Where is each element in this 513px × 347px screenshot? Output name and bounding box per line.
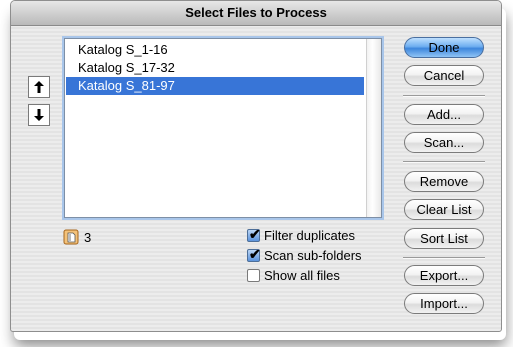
checkmark-icon: ✔ — [249, 225, 261, 242]
filter-duplicates-option[interactable]: ✔ Filter duplicates — [247, 226, 355, 244]
button-divider — [403, 161, 485, 163]
title-bar[interactable]: Select Files to Process — [11, 1, 501, 26]
checkmark-icon: ✔ — [249, 245, 261, 262]
filter-duplicates-label: Filter duplicates — [264, 227, 356, 243]
file-count: 3 — [84, 230, 92, 245]
vertical-scrollbar[interactable] — [366, 39, 381, 217]
sort-list-button[interactable]: Sort List — [404, 228, 484, 249]
scan-subfolders-option[interactable]: ✔ Scan sub-folders — [247, 246, 362, 264]
export-button[interactable]: Export... — [404, 265, 484, 286]
move-up-button[interactable] — [28, 76, 50, 98]
file-list[interactable]: Katalog S_1-16 Katalog S_17-32 Katalog S… — [64, 38, 382, 218]
scan-button[interactable]: Scan... — [404, 132, 484, 153]
arrow-up-icon — [34, 81, 44, 93]
filter-duplicates-checkbox[interactable]: ✔ — [247, 225, 261, 242]
document-icon — [63, 229, 79, 245]
dialog-window: Select Files to Process Katalog S_1-16 K… — [10, 0, 502, 332]
remove-button[interactable]: Remove — [404, 171, 484, 192]
cancel-button[interactable]: Cancel — [404, 65, 484, 86]
show-all-files-label: Show all files — [264, 267, 340, 283]
import-button[interactable]: Import... — [404, 293, 484, 314]
button-divider — [403, 95, 485, 97]
scan-subfolders-label: Scan sub-folders — [264, 247, 362, 263]
file-list-item[interactable]: Katalog S_1-16 — [66, 41, 364, 59]
scan-subfolders-checkbox[interactable]: ✔ — [247, 245, 261, 262]
done-button[interactable]: Done — [404, 37, 484, 58]
arrow-down-icon — [34, 109, 44, 121]
button-divider — [403, 257, 485, 259]
file-list-item-selected[interactable]: Katalog S_81-97 — [66, 77, 364, 95]
add-button[interactable]: Add... — [404, 104, 484, 125]
clear-list-button[interactable]: Clear List — [404, 199, 484, 220]
show-all-files-option[interactable]: Show all files — [247, 266, 340, 284]
file-list-item[interactable]: Katalog S_17-32 — [66, 59, 364, 77]
move-down-button[interactable] — [28, 104, 50, 126]
show-all-files-checkbox[interactable] — [247, 268, 260, 282]
